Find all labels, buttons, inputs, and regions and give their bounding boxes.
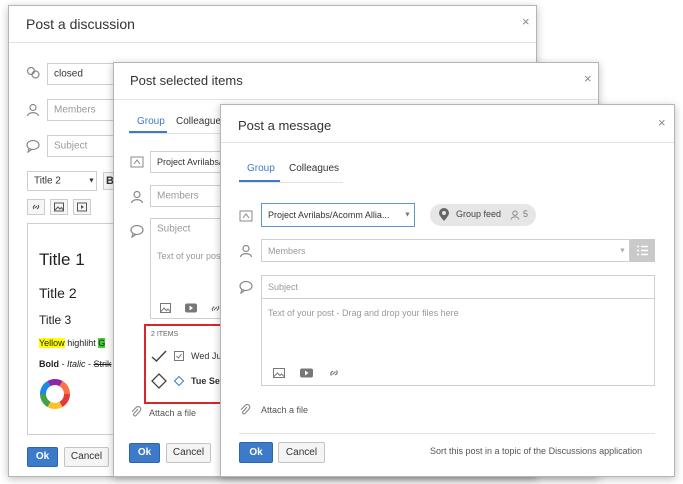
divider	[9, 42, 536, 43]
tabs-divider	[129, 133, 224, 134]
video-icon	[77, 202, 87, 212]
members-list-button[interactable]	[630, 239, 655, 262]
attach-file-link[interactable]: Attach a file	[261, 405, 308, 415]
dialog-title: Post a message	[238, 118, 332, 133]
tab-group[interactable]: Group	[137, 116, 165, 127]
chevron-down-icon: ▼	[619, 247, 626, 254]
members-select[interactable]: Members ▼	[261, 239, 630, 262]
close-icon[interactable]: ×	[522, 15, 530, 28]
list-item-label: Wed Ju	[191, 351, 222, 361]
group-feed-label: Group feed	[456, 209, 502, 219]
colorful-ring-logo	[40, 379, 70, 409]
link-icon[interactable]	[328, 367, 340, 379]
chevron-down-icon: ▼	[404, 211, 411, 219]
post-text-area[interactable]: Text of your post - Drag and drop your f…	[261, 298, 655, 386]
selected-items-box: 2 ITEMS Wed Ju Tue Sep	[144, 324, 224, 404]
post-message-dialog: Post a message × Group Colleagues Projec…	[220, 104, 675, 477]
comment-icon	[26, 139, 40, 153]
image-icon[interactable]	[160, 303, 171, 313]
green-highlight-text: G	[98, 338, 106, 348]
comment-icon	[239, 280, 253, 294]
dialog-title: Post a discussion	[26, 16, 135, 32]
video-icon[interactable]	[300, 368, 313, 378]
subject-field[interactable]: Subject	[47, 135, 117, 157]
image-icon	[54, 202, 64, 212]
divider	[114, 99, 598, 100]
close-icon[interactable]: ×	[584, 72, 592, 85]
text-style-select[interactable]: Title 2 ▼	[27, 171, 97, 191]
diamond-icon[interactable]	[151, 373, 167, 389]
ok-button[interactable]: Ok	[239, 442, 273, 463]
dialog-title: Post selected items	[130, 73, 243, 88]
person-icon	[26, 103, 40, 117]
group-icon	[26, 66, 40, 79]
items-count-label: 2 ITEMS	[151, 331, 179, 338]
members-field[interactable]: Members	[150, 185, 222, 207]
person-icon	[239, 244, 253, 258]
divider	[221, 142, 674, 143]
editor-title-1: Title 1	[39, 250, 85, 269]
yellow-highlight-text: Yellow	[39, 338, 65, 348]
group-field[interactable]: closed	[47, 63, 117, 85]
group-feed-count: 5	[523, 209, 529, 219]
location-pin-icon	[439, 208, 449, 221]
paperclip-icon	[240, 404, 251, 415]
italic-text: Italic	[67, 359, 86, 369]
cancel-button[interactable]: Cancel	[166, 443, 211, 463]
person-icon	[130, 190, 144, 204]
members-field[interactable]: Members	[47, 99, 117, 121]
subject-field[interactable]: Subject	[261, 275, 655, 299]
attach-file-link[interactable]: Attach a file	[149, 408, 196, 418]
subject-field[interactable]: Subject	[150, 218, 222, 240]
paperclip-icon	[131, 406, 142, 417]
tabs-divider	[239, 182, 343, 183]
ok-button[interactable]: Ok	[27, 447, 58, 467]
image-icon[interactable]	[273, 368, 285, 378]
group-icon	[130, 156, 144, 168]
footer-divider	[239, 433, 655, 434]
comment-icon	[130, 224, 144, 238]
cancel-button[interactable]: Cancel	[278, 442, 325, 463]
editor-highlight-line: Yellow highliht G	[39, 338, 106, 348]
list-item-check-icon	[174, 351, 184, 361]
link-icon	[32, 204, 40, 210]
bold-text: Bold	[39, 359, 59, 369]
group-select[interactable]: Project Avrilabs/Acomm Allia... ▼	[261, 203, 415, 227]
group-feed-badge[interactable]: Group feed 5	[430, 204, 536, 226]
tab-colleagues[interactable]: Colleagues	[289, 163, 339, 174]
video-icon[interactable]	[185, 303, 197, 313]
list-icon	[637, 245, 648, 256]
close-icon[interactable]: ×	[658, 116, 666, 129]
cancel-button[interactable]: Cancel	[64, 447, 109, 467]
editor-title-2: Title 2	[39, 285, 77, 301]
chevron-down-icon: ▼	[88, 177, 95, 185]
group-icon	[239, 210, 253, 222]
ok-button[interactable]: Ok	[129, 443, 160, 463]
editor-title-3: Title 3	[39, 313, 72, 327]
strike-text: Strik	[93, 359, 112, 369]
sort-post-note: Sort this post in a topic of the Discuss…	[430, 446, 643, 456]
rich-text-editor[interactable]: Title 1 Title 2 Title 3 Yellow highliht …	[27, 223, 117, 435]
editor-format-line: Bold - Italic - Strik	[39, 359, 112, 369]
checkmark-icon[interactable]	[151, 349, 167, 363]
group-field[interactable]: Project Avrilabs/A	[150, 151, 222, 173]
tab-colleagues[interactable]: Colleagues	[176, 116, 226, 127]
highlight-text: highliht	[64, 338, 99, 348]
person-icon	[510, 210, 520, 220]
tab-group[interactable]: Group	[247, 163, 275, 174]
list-item-diamond-icon	[174, 376, 184, 386]
